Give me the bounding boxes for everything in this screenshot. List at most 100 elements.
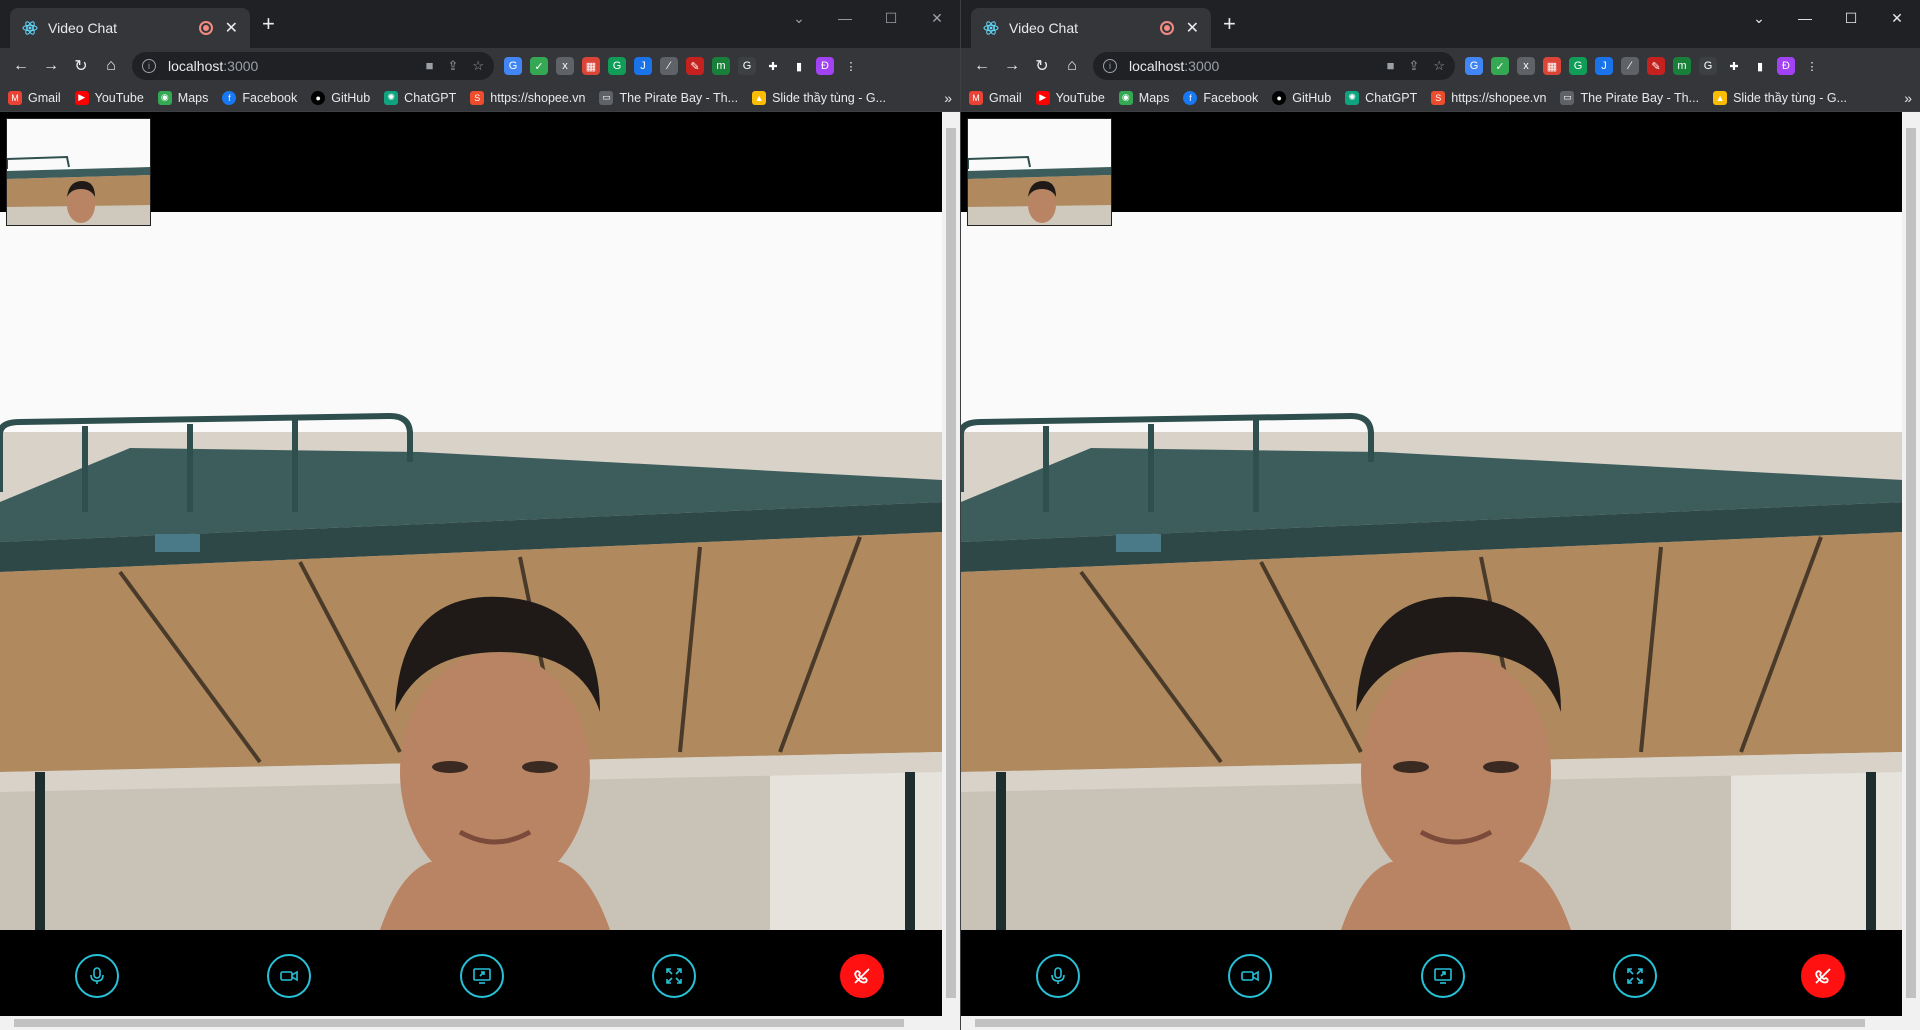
bookmarks-overflow-icon[interactable]: » <box>1904 90 1912 106</box>
profile-avatar[interactable]: Đ <box>816 57 834 75</box>
tab-search-icon[interactable]: ⌄ <box>776 4 822 32</box>
tab-close-icon[interactable]: ✕ <box>225 18 238 38</box>
picker-extension-icon[interactable]: ⁄ <box>1621 57 1639 75</box>
back-icon[interactable]: ← <box>6 51 36 81</box>
maximize-button[interactable]: ☐ <box>1828 4 1874 32</box>
camera-in-use-icon[interactable]: ■ <box>1387 58 1395 74</box>
home-icon[interactable]: ⌂ <box>1057 51 1087 81</box>
end-call-button[interactable] <box>1801 954 1845 998</box>
side-panel-icon[interactable]: ▮ <box>790 57 808 75</box>
horizontal-scrollbar[interactable] <box>0 1016 960 1030</box>
fullscreen-button[interactable] <box>1613 954 1657 998</box>
dev-extension-icon[interactable]: x <box>1517 57 1535 75</box>
shield-extension-icon[interactable]: ✓ <box>530 57 548 75</box>
site-info-icon[interactable]: i <box>142 59 156 73</box>
translate-extension-icon[interactable]: G <box>1465 57 1483 75</box>
m-extension-icon[interactable]: m <box>1673 57 1691 75</box>
forward-icon[interactable]: → <box>36 51 66 81</box>
react-icon <box>983 20 999 36</box>
bookmark-slides[interactable]: ▲ Slide thầy tùng - G... <box>1713 90 1847 105</box>
scroll-thumb[interactable] <box>14 1019 904 1027</box>
fullscreen-button[interactable] <box>652 954 696 998</box>
screen-share-button[interactable] <box>460 954 504 998</box>
mic-button[interactable] <box>1036 954 1080 998</box>
extensions-puzzle-icon[interactable]: ✚ <box>1725 57 1743 75</box>
vertical-scrollbar[interactable] <box>942 112 960 1018</box>
extensions-puzzle-icon[interactable]: ✚ <box>764 57 782 75</box>
bookmark-maps[interactable]: ◉ Maps <box>1118 90 1169 105</box>
picker-extension-icon[interactable]: ⁄ <box>660 57 678 75</box>
close-window-button[interactable]: ✕ <box>1874 4 1920 32</box>
bookmark-star-icon[interactable]: ☆ <box>1433 58 1445 74</box>
calendar-extension-icon[interactable]: ▦ <box>582 57 600 75</box>
menu-kebab-icon[interactable]: ⋮ <box>1803 57 1821 75</box>
calendar-extension-icon[interactable]: ▦ <box>1543 57 1561 75</box>
share-icon[interactable]: ⇪ <box>1408 58 1419 74</box>
bookmark-slides[interactable]: ▲ Slide thầy tùng - G... <box>752 90 886 105</box>
bookmark-shopee[interactable]: Shttps://shopee.vn <box>1431 90 1546 105</box>
bookmark-facebook[interactable]: f Facebook <box>1183 90 1258 105</box>
g-extension-icon[interactable]: G <box>738 57 756 75</box>
bookmark-youtube[interactable]: ▶ YouTube <box>74 90 144 105</box>
tab-video-chat[interactable]: Video Chat ✕ <box>10 8 250 48</box>
scroll-thumb[interactable] <box>1906 128 1916 998</box>
local-video-frame <box>968 119 1111 225</box>
bookmark-chatgpt[interactable]: ✺ ChatGPT <box>1345 90 1417 105</box>
g-extension-icon[interactable]: G <box>1699 57 1717 75</box>
camera-in-use-icon[interactable]: ■ <box>426 58 434 74</box>
tab-close-icon[interactable]: ✕ <box>1186 18 1199 38</box>
tool-extension-icon[interactable]: ✎ <box>686 57 704 75</box>
scroll-thumb[interactable] <box>975 1019 1865 1027</box>
bookmark-star-icon[interactable]: ☆ <box>472 58 484 74</box>
minimize-button[interactable]: — <box>822 4 868 32</box>
bookmark-facebook[interactable]: f Facebook <box>222 90 297 105</box>
grammar-extension-icon[interactable]: G <box>1569 57 1587 75</box>
bookmark-maps[interactable]: ◉ Maps <box>157 90 208 105</box>
minimize-button[interactable]: — <box>1782 4 1828 32</box>
translate-extension-icon[interactable]: G <box>504 57 522 75</box>
scroll-thumb[interactable] <box>946 128 956 998</box>
new-tab-button[interactable]: + <box>262 13 275 35</box>
reload-icon[interactable]: ↻ <box>1027 51 1057 81</box>
close-window-button[interactable]: ✕ <box>914 4 960 32</box>
tab-video-chat[interactable]: Video Chat ✕ <box>971 8 1211 48</box>
profile-avatar[interactable]: Đ <box>1777 57 1795 75</box>
tab-search-icon[interactable]: ⌄ <box>1736 4 1782 32</box>
j-extension-icon[interactable]: J <box>634 57 652 75</box>
maximize-button[interactable]: ☐ <box>868 4 914 32</box>
home-icon[interactable]: ⌂ <box>96 51 126 81</box>
address-bar[interactable]: i localhost:3000 ■ ⇪ ☆ <box>132 52 494 80</box>
shield-extension-icon[interactable]: ✓ <box>1491 57 1509 75</box>
bookmark-gmail[interactable]: M Gmail <box>8 90 61 105</box>
bookmark-chatgpt[interactable]: ✺ ChatGPT <box>384 90 456 105</box>
bookmarks-overflow-icon[interactable]: » <box>944 90 952 106</box>
bookmark-github[interactable]: ● GitHub <box>1272 90 1331 105</box>
mic-button[interactable] <box>75 954 119 998</box>
bookmark-github[interactable]: ● GitHub <box>311 90 370 105</box>
new-tab-button[interactable]: + <box>1223 13 1236 35</box>
m-extension-icon[interactable]: m <box>712 57 730 75</box>
camera-button[interactable] <box>1228 954 1272 998</box>
reload-icon[interactable]: ↻ <box>66 51 96 81</box>
horizontal-scrollbar[interactable] <box>961 1016 1920 1030</box>
tool-extension-icon[interactable]: ✎ <box>1647 57 1665 75</box>
dev-extension-icon[interactable]: x <box>556 57 574 75</box>
address-bar[interactable]: i localhost:3000 ■ ⇪ ☆ <box>1093 52 1455 80</box>
camera-button[interactable] <box>267 954 311 998</box>
bookmark-piratebay[interactable]: ▭ The Pirate Bay - Th... <box>1560 90 1699 105</box>
bookmark-gmail[interactable]: M Gmail <box>969 90 1022 105</box>
back-icon[interactable]: ← <box>967 51 997 81</box>
end-call-button[interactable] <box>840 954 884 998</box>
bookmark-piratebay[interactable]: ▭ The Pirate Bay - Th... <box>599 90 738 105</box>
share-icon[interactable]: ⇪ <box>447 58 458 74</box>
bookmark-shopee[interactable]: Shttps://shopee.vn <box>470 90 585 105</box>
screen-share-button[interactable] <box>1421 954 1465 998</box>
j-extension-icon[interactable]: J <box>1595 57 1613 75</box>
site-info-icon[interactable]: i <box>1103 59 1117 73</box>
menu-kebab-icon[interactable]: ⋮ <box>842 57 860 75</box>
bookmark-youtube[interactable]: ▶ YouTube <box>1035 90 1105 105</box>
grammar-extension-icon[interactable]: G <box>608 57 626 75</box>
vertical-scrollbar[interactable] <box>1902 112 1920 1018</box>
forward-icon[interactable]: → <box>997 51 1027 81</box>
side-panel-icon[interactable]: ▮ <box>1751 57 1769 75</box>
